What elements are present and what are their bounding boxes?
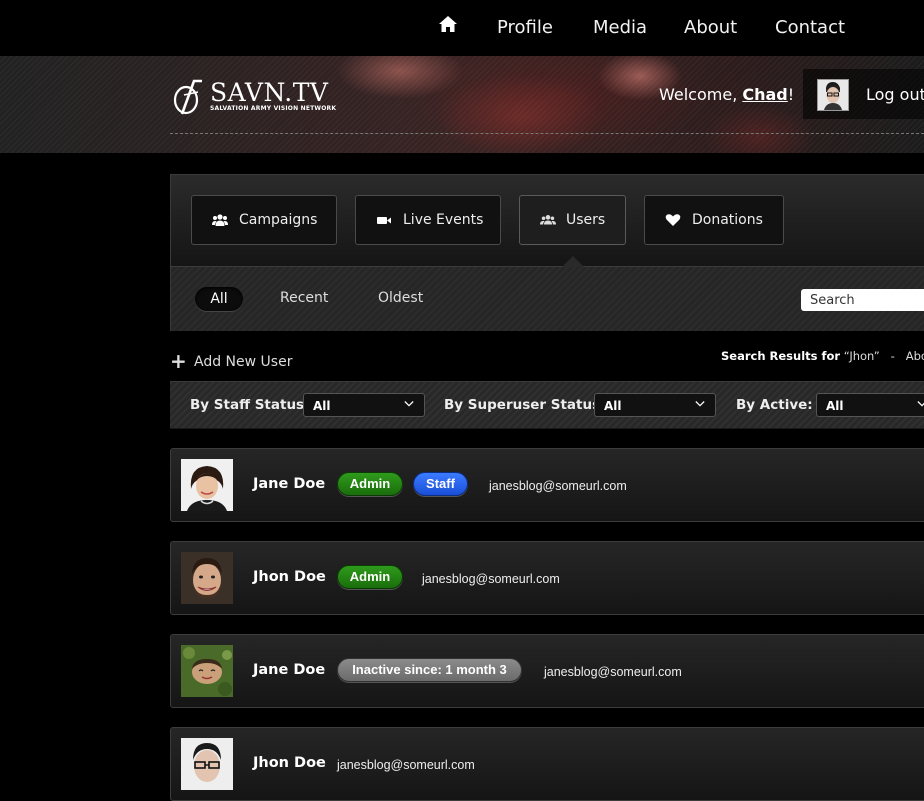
user-photo <box>181 645 233 697</box>
admin-badge: Admin <box>337 472 403 496</box>
user-row[interactable]: Jane Doe Admin Staff janesblog@someurl.c… <box>170 448 924 522</box>
welcome-message: Welcome, Chad! <box>659 85 794 104</box>
select-value: All <box>604 399 622 413</box>
add-user-label: Add New User <box>194 354 293 370</box>
search-results-summary: Search Results for “Jhon” - Abo <box>721 349 924 363</box>
user-photo <box>181 459 233 511</box>
sort-recent[interactable]: Recent <box>280 290 328 306</box>
active-tab-pointer <box>562 256 584 267</box>
heart-icon <box>665 214 681 226</box>
nav-link-profile[interactable]: Profile <box>497 17 553 38</box>
select-value: All <box>826 399 844 413</box>
active-status-select[interactable]: All <box>816 393 924 417</box>
staff-badge: Staff <box>413 472 468 496</box>
user-photo <box>181 738 233 790</box>
results-query: “Jhon” <box>843 349 880 363</box>
sort-all[interactable]: All <box>195 287 243 311</box>
user-photo <box>181 552 233 604</box>
tab-label: Campaigns <box>239 212 318 228</box>
staff-status-label: By Staff Status <box>190 397 305 413</box>
tab-label: Users <box>566 212 606 228</box>
results-trailing[interactable]: Abo <box>906 349 924 363</box>
welcome-prefix: Welcome, <box>659 85 743 104</box>
logo-mark-icon <box>173 79 202 115</box>
select-value: All <box>313 399 331 413</box>
chevron-down-icon <box>404 401 414 407</box>
add-new-user-button[interactable]: + Add New User <box>170 349 292 373</box>
user-filters: By Staff Status All By Superuser Status … <box>170 381 924 429</box>
nav-link-about[interactable]: About <box>684 17 737 38</box>
tab-live-events[interactable]: Live Events <box>355 195 501 245</box>
user-row[interactable]: Jhon Doe Admin janesblog@someurl.com <box>170 541 924 615</box>
user-name[interactable]: Jhon Doe <box>253 755 326 771</box>
user-email[interactable]: janesblog@someurl.com <box>544 665 682 679</box>
admin-panel: Campaigns Live Events Users Donations Al… <box>170 174 924 331</box>
superuser-status-select[interactable]: All <box>594 393 716 417</box>
video-camera-icon <box>377 217 391 224</box>
superuser-status-label: By Superuser Status <box>444 397 601 413</box>
tab-campaigns[interactable]: Campaigns <box>191 195 337 245</box>
tab-label: Donations <box>692 212 763 228</box>
user-row[interactable]: Jane Doe Inactive since: 1 month 3 janes… <box>170 634 924 708</box>
user-name[interactable]: Jane Doe <box>253 662 325 678</box>
tab-label: Live Events <box>403 212 484 228</box>
inactive-badge: Inactive since: 1 month 3 <box>337 658 522 682</box>
sort-bar: All Recent Oldest <box>171 256 924 331</box>
tab-users[interactable]: Users <box>519 195 626 245</box>
chevron-down-icon <box>695 401 705 407</box>
user-email[interactable]: janesblog@someurl.com <box>422 572 560 586</box>
top-navigation: Profile Media About Contact <box>0 0 924 56</box>
logo-subtitle: SALVATION ARMY VISION NETWORK <box>210 105 337 112</box>
site-header: SAVN.TV SALVATION ARMY VISION NETWORK We… <box>0 56 924 153</box>
logout-link[interactable]: Log out <box>866 85 924 104</box>
admin-badge: Admin <box>337 565 403 589</box>
user-row[interactable]: Jhon Doe janesblog@someurl.com <box>170 727 924 801</box>
home-icon[interactable] <box>438 15 458 33</box>
results-separator: - <box>890 349 895 363</box>
logo-text: SAVN.TV <box>210 78 329 107</box>
avatar[interactable] <box>817 79 849 111</box>
chevron-down-icon <box>917 401 924 407</box>
user-email[interactable]: janesblog@someurl.com <box>337 758 475 772</box>
welcome-suffix: ! <box>787 85 795 104</box>
results-prefix: Search Results for <box>721 349 841 363</box>
group-icon <box>212 214 228 226</box>
user-menu: Log out <box>803 69 924 119</box>
nav-link-media[interactable]: Media <box>593 17 647 38</box>
user-email[interactable]: janesblog@someurl.com <box>489 479 627 493</box>
user-name[interactable]: Jane Doe <box>253 476 325 492</box>
search-input[interactable] <box>801 289 924 311</box>
header-divider <box>170 133 924 134</box>
users-icon <box>540 215 556 225</box>
plus-icon: + <box>170 349 187 373</box>
sort-oldest[interactable]: Oldest <box>378 290 423 306</box>
staff-status-select[interactable]: All <box>303 393 425 417</box>
user-name[interactable]: Jhon Doe <box>253 569 326 585</box>
tab-donations[interactable]: Donations <box>644 195 784 245</box>
active-status-label: By Active: <box>736 397 813 413</box>
current-user-link[interactable]: Chad <box>742 85 787 104</box>
nav-link-contact[interactable]: Contact <box>775 17 845 38</box>
